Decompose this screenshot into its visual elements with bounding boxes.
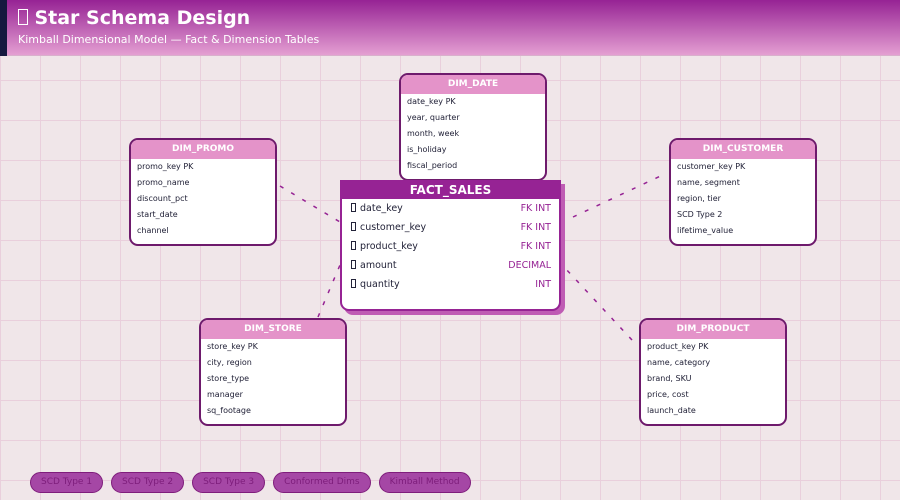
column: channel <box>137 226 169 235</box>
column: is_holiday <box>407 145 447 154</box>
column-type: FK INT <box>520 241 551 252</box>
tag-conformed-dims[interactable]: Conformed Dims <box>273 472 371 493</box>
column: manager <box>207 390 243 399</box>
column: fiscal_period <box>407 161 458 170</box>
column-type: FK INT <box>520 222 551 233</box>
column: name, category <box>647 358 711 367</box>
link-store <box>317 264 341 318</box>
column: date_key PK <box>407 97 456 106</box>
column: name, segment <box>677 178 740 187</box>
number-icon <box>351 279 356 288</box>
table-header: DIM_CUSTOMER <box>671 140 815 159</box>
key-icon <box>351 203 356 212</box>
column: promo_key PK <box>137 162 194 171</box>
link-customer <box>572 172 668 218</box>
column-name: customer_key <box>360 222 427 233</box>
column: discount_pct <box>137 194 188 203</box>
column-name: date_key <box>360 203 403 214</box>
column-type: FK INT <box>520 203 551 214</box>
column: region, tier <box>677 194 721 203</box>
tag-scd-type-3[interactable]: SCD Type 3 <box>192 472 266 493</box>
table-dim-date[interactable]: DIM_DATE date_key PK year, quarter month… <box>399 73 547 181</box>
column: customer_key FK INT <box>342 218 559 237</box>
table-dim-store[interactable]: DIM_STORE store_key PK city, region stor… <box>199 318 347 426</box>
table-header: DIM_PRODUCT <box>641 320 785 339</box>
column-type: DECIMAL <box>508 260 551 271</box>
key-icon <box>351 222 356 231</box>
table-header: FACT_SALES <box>342 182 559 199</box>
column: price, cost <box>647 390 689 399</box>
column: customer_key PK <box>677 162 746 171</box>
column: sq_footage <box>207 406 251 415</box>
column: month, week <box>407 129 460 138</box>
column-name: amount <box>360 260 397 271</box>
column: product_key FK INT <box>342 237 559 256</box>
column-type: INT <box>535 279 551 290</box>
column-name: product_key <box>360 241 418 252</box>
column: start_date <box>137 210 178 219</box>
column: brand, SKU <box>647 374 692 383</box>
column: SCD Type 2 <box>677 210 723 219</box>
table-header: DIM_PROMO <box>131 140 275 159</box>
column: year, quarter <box>407 113 460 122</box>
column: quantity INT <box>342 275 559 294</box>
table-dim-product[interactable]: DIM_PRODUCT product_key PK name, categor… <box>639 318 787 426</box>
tag-scd-type-1[interactable]: SCD Type 1 <box>30 472 104 493</box>
tag-list: SCD Type 1 SCD Type 2 SCD Type 3 Conform… <box>30 472 471 493</box>
column: city, region <box>207 358 252 367</box>
column: store_key PK <box>207 342 258 351</box>
column-name: quantity <box>360 279 400 290</box>
tag-scd-type-2[interactable]: SCD Type 2 <box>111 472 185 493</box>
table-dim-customer[interactable]: DIM_CUSTOMER customer_key PK name, segme… <box>669 138 817 246</box>
column: amount DECIMAL <box>342 256 559 275</box>
key-icon <box>351 241 356 250</box>
link-promo <box>279 185 341 223</box>
column: date_key FK INT <box>342 199 559 218</box>
column: lifetime_value <box>677 226 734 235</box>
table-header: DIM_DATE <box>401 75 545 94</box>
column: store_type <box>207 374 250 383</box>
tag-kimball-method[interactable]: Kimball Method <box>378 472 471 493</box>
money-icon <box>351 260 356 269</box>
column: launch_date <box>647 406 696 415</box>
table-header: DIM_STORE <box>201 320 345 339</box>
link-product <box>564 267 633 341</box>
column: promo_name <box>137 178 190 187</box>
table-dim-promo[interactable]: DIM_PROMO promo_key PK promo_name discou… <box>129 138 277 246</box>
table-fact-sales[interactable]: FACT_SALES date_key FK INT customer_key FK… <box>340 180 561 311</box>
column: product_key PK <box>647 342 709 351</box>
